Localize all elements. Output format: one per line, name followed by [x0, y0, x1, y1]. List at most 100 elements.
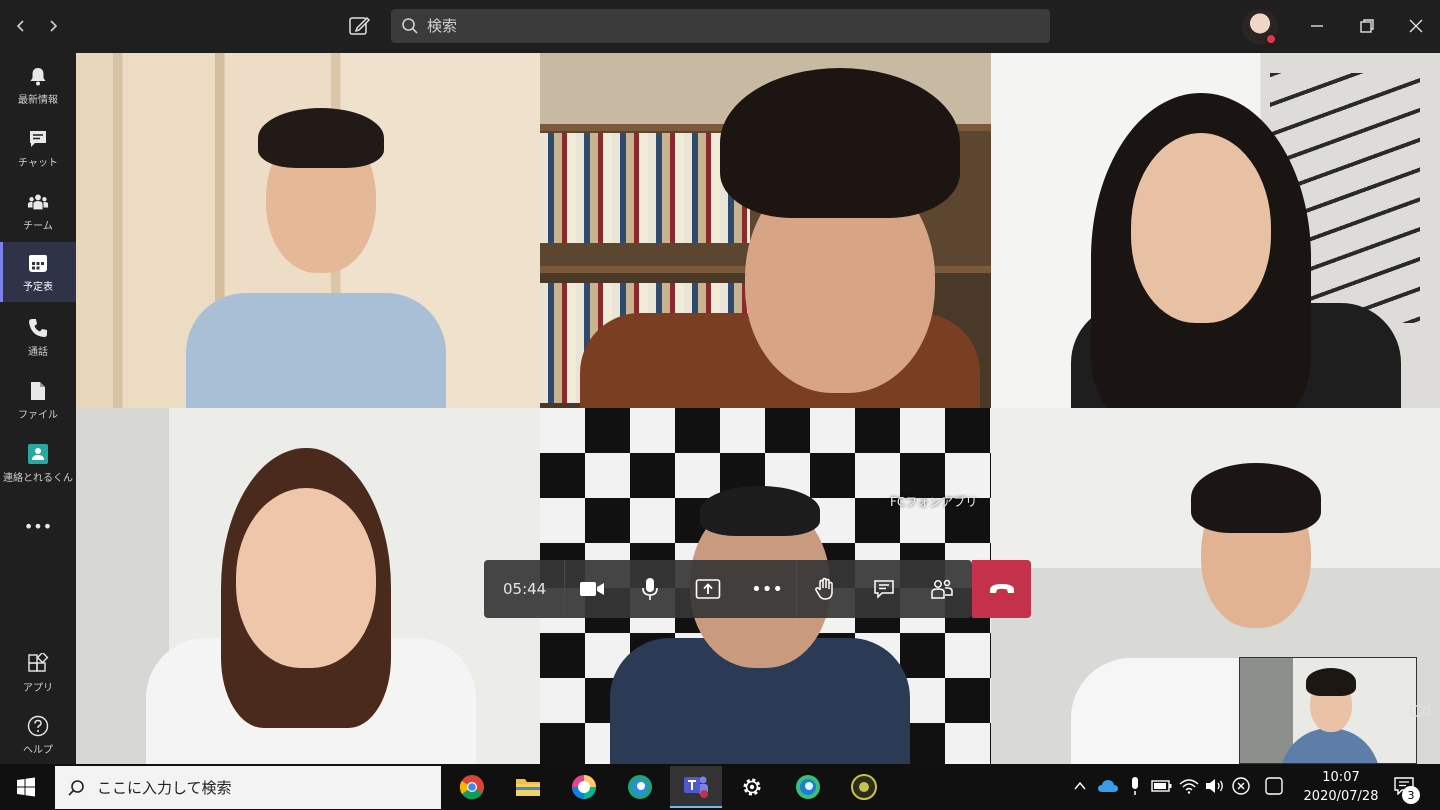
taskbar-clock[interactable]: 10:07 2020/07/28	[1298, 768, 1384, 806]
tray-onedrive[interactable]	[1096, 774, 1120, 798]
camera-switch-icon	[1410, 704, 1430, 718]
call-timer: 05:44	[503, 580, 547, 598]
battery-icon	[1151, 780, 1172, 792]
share-screen-button[interactable]	[693, 574, 723, 604]
tray-night-mode[interactable]	[1262, 774, 1286, 798]
edge-dev-icon	[796, 775, 820, 799]
chevron-up-icon	[1074, 781, 1086, 790]
divider	[796, 560, 797, 618]
share-tray-icon	[695, 579, 721, 599]
close-button[interactable]	[1404, 14, 1428, 38]
raise-hand-icon	[815, 577, 833, 600]
taskbar-app-teams[interactable]	[670, 766, 722, 808]
bookshelf-background	[540, 133, 750, 243]
participant-video-tile[interactable]	[76, 408, 540, 764]
rail-label: 連絡とれるくん	[3, 472, 73, 484]
participants-icon	[931, 579, 953, 599]
rail-label: アプリ	[23, 682, 53, 694]
rail-label: 最新情報	[18, 94, 58, 106]
meeting-stage: FCフォンアプリ	[76, 53, 1440, 764]
taskbar-app-edge[interactable]	[614, 766, 666, 808]
rail-label: ヘルプ	[23, 744, 53, 756]
participant-video-tile[interactable]	[76, 53, 540, 408]
more-actions-button[interactable]: •••	[751, 574, 783, 604]
rail-label: チーム	[23, 220, 53, 232]
windows-logo-icon	[17, 777, 35, 797]
participants-button[interactable]	[927, 574, 957, 604]
chrome-icon	[459, 775, 484, 800]
back-button[interactable]	[9, 14, 33, 38]
mic-toggle-button[interactable]	[635, 574, 665, 604]
video-text-overlay: FCフォンアプリ	[890, 495, 978, 509]
taskbar-app-misc[interactable]	[838, 766, 890, 808]
tray-wifi[interactable]	[1177, 774, 1201, 798]
taskbar-search-box[interactable]: ここに入力して検索	[55, 766, 441, 809]
participant-figure	[1191, 463, 1321, 533]
participant-figure	[700, 486, 820, 536]
speaker-icon	[1206, 779, 1223, 793]
chevron-left-icon	[16, 20, 24, 32]
rail-item-teams[interactable]: チーム	[0, 181, 76, 241]
search-input[interactable]	[427, 17, 1027, 35]
clock-date: 2020/07/28	[1303, 789, 1379, 804]
search-box[interactable]	[391, 9, 1050, 43]
file-icon	[27, 380, 49, 402]
rail-item-files[interactable]: ファイル	[0, 370, 76, 430]
search-icon	[68, 779, 84, 796]
self-view-toggle-button[interactable]	[1409, 700, 1431, 722]
help-icon	[27, 715, 49, 737]
tray-microphone[interactable]	[1123, 774, 1147, 798]
rail-item-calls[interactable]: 通話	[0, 307, 76, 367]
participant-figure	[1131, 133, 1271, 323]
teams-window: 最新情報 チャット チーム 予定表 通話	[0, 0, 1440, 810]
minimize-icon	[1311, 25, 1323, 27]
chat-icon	[27, 128, 49, 150]
tray-battery[interactable]	[1150, 774, 1174, 798]
new-chat-button[interactable]	[346, 13, 372, 39]
raise-hand-button[interactable]	[810, 574, 840, 604]
app-badge-icon	[851, 774, 877, 800]
participant-video-tile[interactable]	[540, 53, 991, 408]
forward-button[interactable]	[41, 14, 65, 38]
rail-item-calendar[interactable]: 予定表	[0, 242, 76, 302]
folder-icon	[516, 779, 540, 796]
rail-more-button[interactable]: •••	[0, 496, 76, 556]
clock-time: 10:07	[1322, 770, 1360, 785]
minimize-button[interactable]	[1305, 14, 1329, 38]
rail-item-renraku-app[interactable]: 連絡とれるくん	[0, 433, 76, 493]
color-wheel-icon	[572, 775, 596, 799]
app-rail: 最新情報 チャット チーム 予定表 通話 ファイル 連絡とれるくん ••• アプ…	[0, 53, 76, 764]
taskbar-app-chrome[interactable]	[446, 766, 498, 808]
rail-item-apps[interactable]: アプリ	[0, 643, 76, 703]
participant-figure	[258, 108, 384, 168]
bell-icon	[27, 65, 49, 87]
calendar-icon	[27, 252, 49, 274]
rail-item-activity[interactable]: 最新情報	[0, 55, 76, 115]
participant-video-tile[interactable]	[991, 53, 1440, 408]
close-icon	[1409, 19, 1423, 33]
presence-status-icon	[1265, 33, 1277, 45]
tray-volume[interactable]	[1203, 774, 1227, 798]
taskbar-app-settings[interactable]	[726, 766, 778, 808]
phone-icon	[27, 317, 49, 339]
participant-figure	[720, 68, 960, 218]
participant-figure	[186, 293, 446, 408]
tray-status[interactable]	[1229, 774, 1253, 798]
taskbar-app-file-explorer[interactable]	[502, 766, 554, 808]
self-preview-video[interactable]	[1239, 657, 1417, 764]
search-icon	[402, 18, 418, 34]
taskbar-app-color[interactable]	[558, 766, 610, 808]
hang-up-button[interactable]	[972, 560, 1031, 618]
microphone-icon	[1132, 777, 1138, 795]
rail-item-chat[interactable]: チャット	[0, 118, 76, 178]
apps-icon	[27, 652, 49, 675]
wifi-icon	[1179, 779, 1199, 794]
camera-toggle-button[interactable]	[577, 574, 607, 604]
taskbar-search-placeholder: ここに入力して検索	[97, 779, 232, 797]
restore-button[interactable]	[1355, 14, 1379, 38]
tray-overflow-button[interactable]	[1068, 774, 1092, 798]
chat-panel-button[interactable]	[869, 574, 899, 604]
taskbar-app-edge-dev[interactable]	[782, 766, 834, 808]
start-button[interactable]	[0, 764, 52, 810]
rail-item-help[interactable]: ヘルプ	[0, 705, 76, 765]
